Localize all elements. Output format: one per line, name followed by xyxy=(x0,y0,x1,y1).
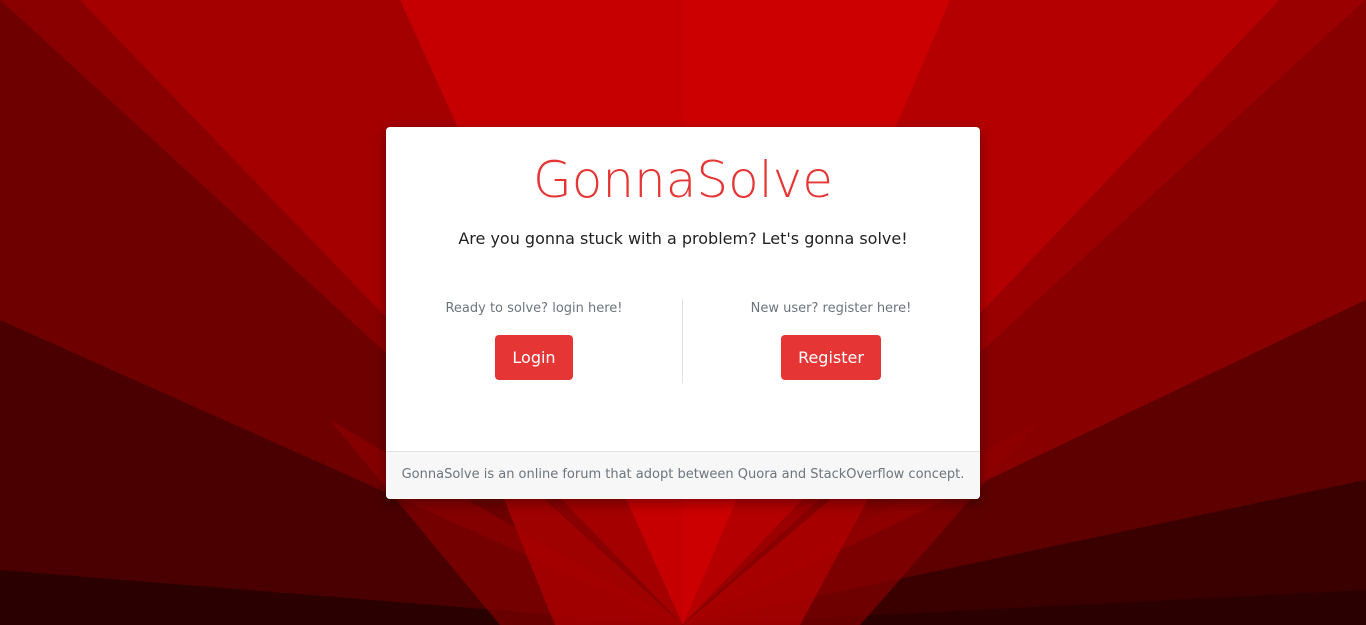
card-footer: GonnaSolve is an online forum that adopt… xyxy=(386,451,980,499)
brand-title: GonnaSolve xyxy=(533,151,833,209)
welcome-card: GonnaSolve Are you gonna stuck with a pr… xyxy=(386,127,980,499)
login-button[interactable]: Login xyxy=(495,335,573,380)
register-hint: New user? register here! xyxy=(750,301,912,316)
tagline: Are you gonna stuck with a problem? Let'… xyxy=(458,229,908,248)
register-button[interactable]: Register xyxy=(781,335,881,380)
login-hint: Ready to solve? login here! xyxy=(445,301,623,316)
login-section: Ready to solve? login here! Login xyxy=(386,301,682,380)
register-section: New user? register here! Register xyxy=(683,301,979,380)
footer-text: GonnaSolve is an online forum that adopt… xyxy=(401,467,965,482)
